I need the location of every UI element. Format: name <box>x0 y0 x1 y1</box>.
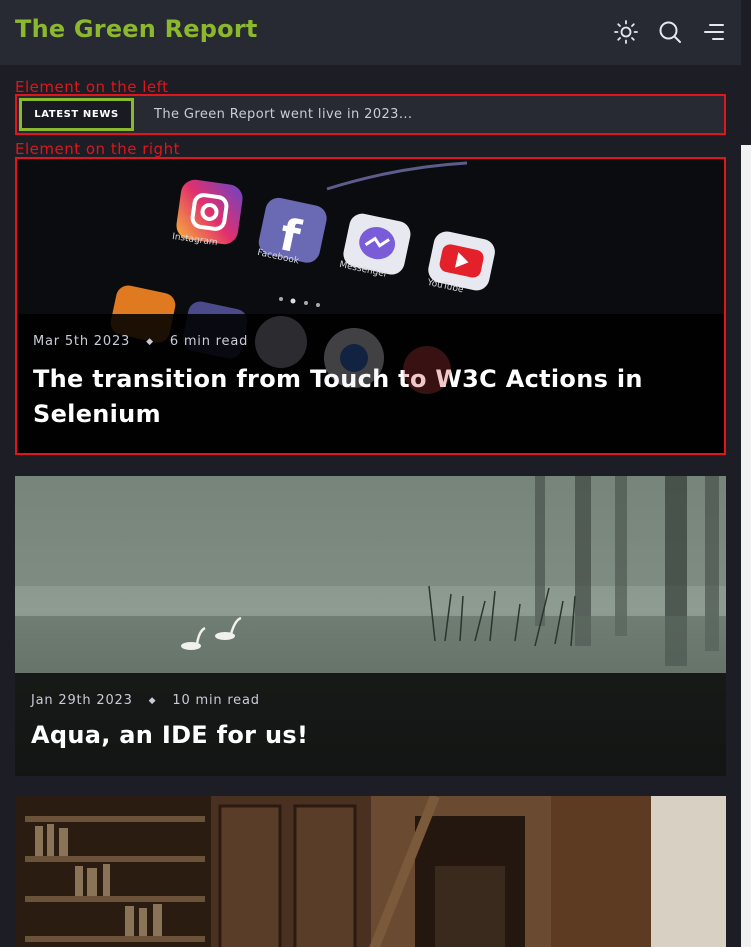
article-card[interactable] <box>15 796 726 947</box>
separator-diamond-icon: ◆ <box>148 695 157 706</box>
article-title[interactable]: Aqua, an IDE for us! <box>31 718 666 753</box>
article-read-time: 6 min read <box>169 334 249 349</box>
article-title[interactable]: The transition from Touch to W3C Actions… <box>33 362 664 432</box>
annotation-right-label: Element on the right <box>15 140 180 158</box>
search-icon[interactable] <box>657 19 683 45</box>
latest-news-ticker: LATEST NEWS The Green Report went live i… <box>15 94 726 135</box>
article-card[interactable]: Jan 29th 2023 ◆ 10 min read Aqua, an IDE f… <box>15 476 726 776</box>
article-image-abandoned-library <box>15 796 726 947</box>
article-overlay: Mar 5th 2023 ◆ 6 min read The transition f… <box>17 314 724 453</box>
article-card-featured[interactable]: f Instagram Facebook Messenger YouTube M… <box>15 157 726 455</box>
scrollbar-thumb[interactable] <box>741 0 751 145</box>
scrollbar-gutter <box>741 145 751 947</box>
article-overlay: Jan 29th 2023 ◆ 10 min read Aqua, an IDE f… <box>15 673 726 776</box>
article-meta: Mar 5th 2023 ◆ 6 min read <box>33 334 248 349</box>
menu-icon[interactable] <box>701 19 727 45</box>
article-date: Mar 5th 2023 <box>33 334 131 349</box>
sun-icon[interactable] <box>613 19 639 45</box>
article-meta: Jan 29th 2023 ◆ 10 min read <box>31 693 260 708</box>
site-header: The Green Report <box>0 0 741 65</box>
separator-diamond-icon: ◆ <box>146 336 154 347</box>
latest-news-badge: LATEST NEWS <box>19 98 134 131</box>
ticker-headline[interactable]: The Green Report went live in 2023... <box>154 107 412 122</box>
site-brand[interactable]: The Green Report <box>15 15 258 43</box>
article-read-time: 10 min read <box>172 693 260 708</box>
article-date: Jan 29th 2023 <box>31 693 133 708</box>
